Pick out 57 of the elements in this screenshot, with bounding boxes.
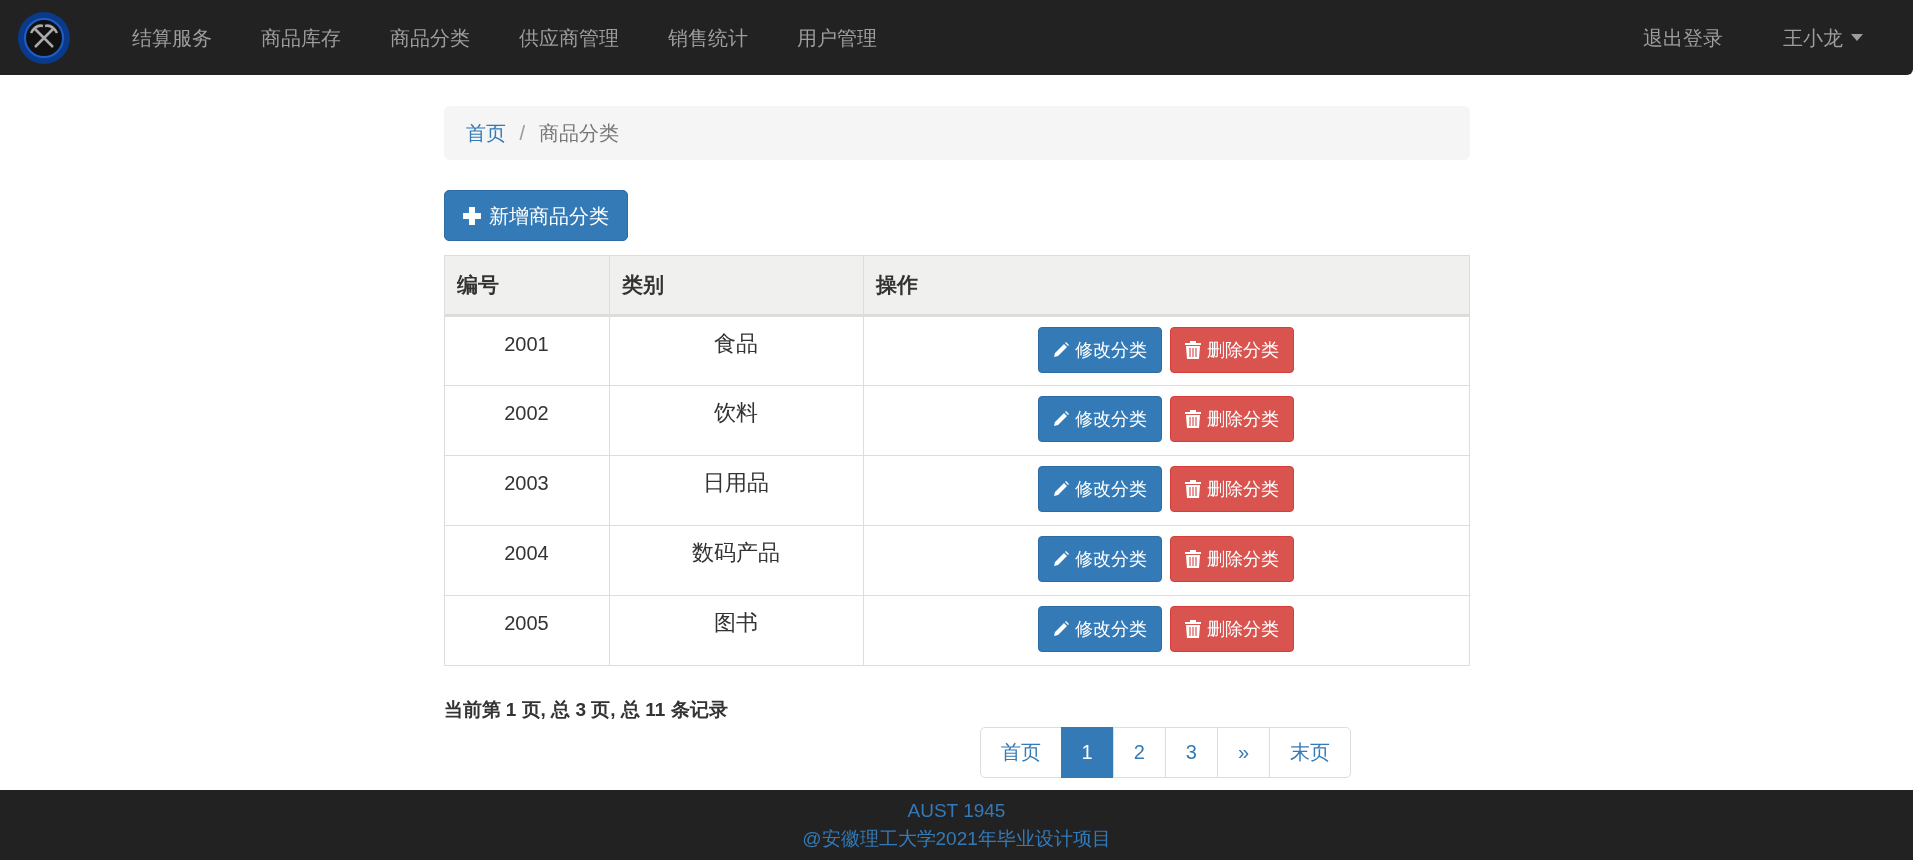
page-info: 当前第 1 页, 总 3 页, 总 11 条记录 <box>443 698 729 722</box>
logo-icon[interactable] <box>16 9 72 66</box>
nav-link[interactable]: 结算服务 <box>112 22 232 53</box>
pagination-link[interactable]: » <box>1216 726 1270 778</box>
table-cell: 日用品 <box>609 455 863 526</box>
table-cell: 饮料 <box>609 385 863 456</box>
column-header: 编号 <box>444 255 609 316</box>
pagination-link[interactable]: 1 <box>1060 726 1114 778</box>
nav-link[interactable]: 供应商管理 <box>499 22 639 53</box>
edit-button[interactable]: 修改分类 <box>1038 606 1162 652</box>
nav-link[interactable]: 销售统计 <box>648 22 768 53</box>
trash-icon <box>1185 480 1201 498</box>
edit-button[interactable]: 修改分类 <box>1038 396 1162 442</box>
trash-icon <box>1185 341 1201 359</box>
breadcrumb-current: 商品分类 <box>539 121 620 146</box>
breadcrumb-link[interactable]: 首页 <box>465 118 506 148</box>
pencil-icon <box>1053 481 1069 497</box>
pagination-link[interactable]: 2 <box>1112 726 1166 778</box>
edit-button[interactable]: 修改分类 <box>1038 466 1162 512</box>
delete-button[interactable]: 删除分类 <box>1170 536 1294 582</box>
pencil-icon <box>1053 551 1069 567</box>
breadcrumb-separator: / <box>519 121 526 146</box>
caret-icon <box>1851 34 1863 41</box>
delete-button[interactable]: 删除分类 <box>1170 327 1294 373</box>
pagination-link[interactable]: 3 <box>1164 726 1218 778</box>
delete-button[interactable]: 删除分类 <box>1170 466 1294 512</box>
pagination-link[interactable]: 首页 <box>979 726 1062 778</box>
logout-link[interactable]: 退出登录 <box>1623 22 1743 53</box>
trash-icon <box>1185 620 1201 638</box>
nav-link[interactable]: 商品库存 <box>241 22 361 53</box>
table-cell: 2004 <box>444 525 609 596</box>
table-cell: 图书 <box>609 595 863 666</box>
table-cell: 2001 <box>444 315 609 386</box>
column-header: 操作 <box>863 255 1469 316</box>
pagination-link[interactable]: 末页 <box>1269 726 1351 778</box>
column-header: 类别 <box>609 255 863 316</box>
table-cell: 2002 <box>444 385 609 456</box>
pencil-icon <box>1053 342 1069 358</box>
table-cell: 食品 <box>609 315 863 386</box>
table-cell: 2005 <box>444 595 609 666</box>
delete-button[interactable]: 删除分类 <box>1170 396 1294 442</box>
edit-button[interactable]: 修改分类 <box>1038 536 1162 582</box>
nav-link[interactable]: 用户管理 <box>777 22 897 53</box>
user-menu[interactable]: 王小龙 <box>1763 22 1883 53</box>
footer-text: AUST 1945 <box>907 799 1006 823</box>
nav-link[interactable]: 商品分类 <box>370 22 490 53</box>
table-cell: 数码产品 <box>609 525 863 596</box>
pencil-icon <box>1053 621 1069 637</box>
footer-text: @安徽理工大学2021年毕业设计项目 <box>802 827 1111 851</box>
pencil-icon <box>1053 411 1069 427</box>
trash-icon <box>1185 550 1201 568</box>
table-cell: 2003 <box>444 455 609 526</box>
edit-button[interactable]: 修改分类 <box>1038 327 1162 373</box>
delete-button[interactable]: 删除分类 <box>1170 606 1294 652</box>
plus-icon <box>462 206 481 225</box>
add-category-button[interactable]: 新增商品分类 <box>443 190 628 241</box>
trash-icon <box>1185 410 1201 428</box>
